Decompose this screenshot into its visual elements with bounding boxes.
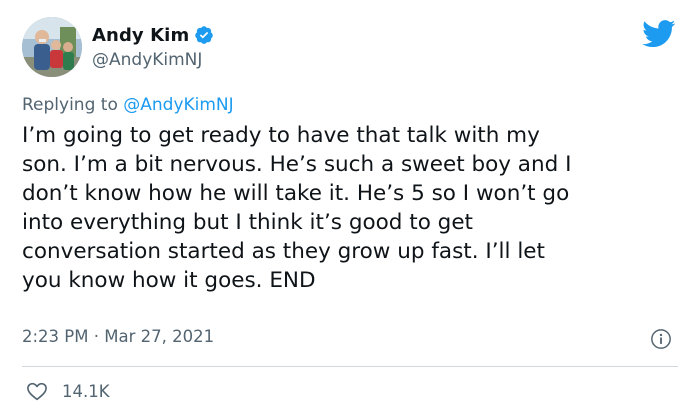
handle[interactable]: @AndyKimNJ	[92, 50, 214, 74]
twitter-bird-icon[interactable]	[642, 20, 676, 48]
replying-to-mention[interactable]: @AndyKimNJ	[123, 95, 233, 115]
timestamp-separator: ·	[93, 327, 99, 346]
tweet-date: Mar 27, 2021	[104, 327, 215, 346]
display-name[interactable]: Andy Kim	[92, 25, 189, 46]
verified-badge-icon	[194, 25, 214, 45]
divider	[22, 366, 678, 367]
like-count: 14.1K	[62, 381, 110, 401]
like-button[interactable]: 14.1K	[26, 379, 110, 403]
tweet-text: I’m going to get ready to have that talk…	[22, 123, 572, 293]
profile-photo	[22, 17, 82, 77]
heart-icon	[26, 381, 48, 401]
replying-to: Replying to @AndyKimNJ	[22, 95, 234, 115]
avatar[interactable]	[22, 17, 82, 77]
author-block: Andy Kim @AndyKimNJ	[92, 22, 214, 74]
replying-to-label: Replying to	[22, 95, 118, 115]
tweet-timestamp[interactable]: 2:23 PM · Mar 27, 2021	[22, 327, 214, 346]
info-icon[interactable]	[650, 328, 672, 350]
tweet-time: 2:23 PM	[22, 327, 89, 346]
tweet-card: Andy Kim @AndyKimNJ Replying to @AndyKim…	[0, 0, 700, 419]
